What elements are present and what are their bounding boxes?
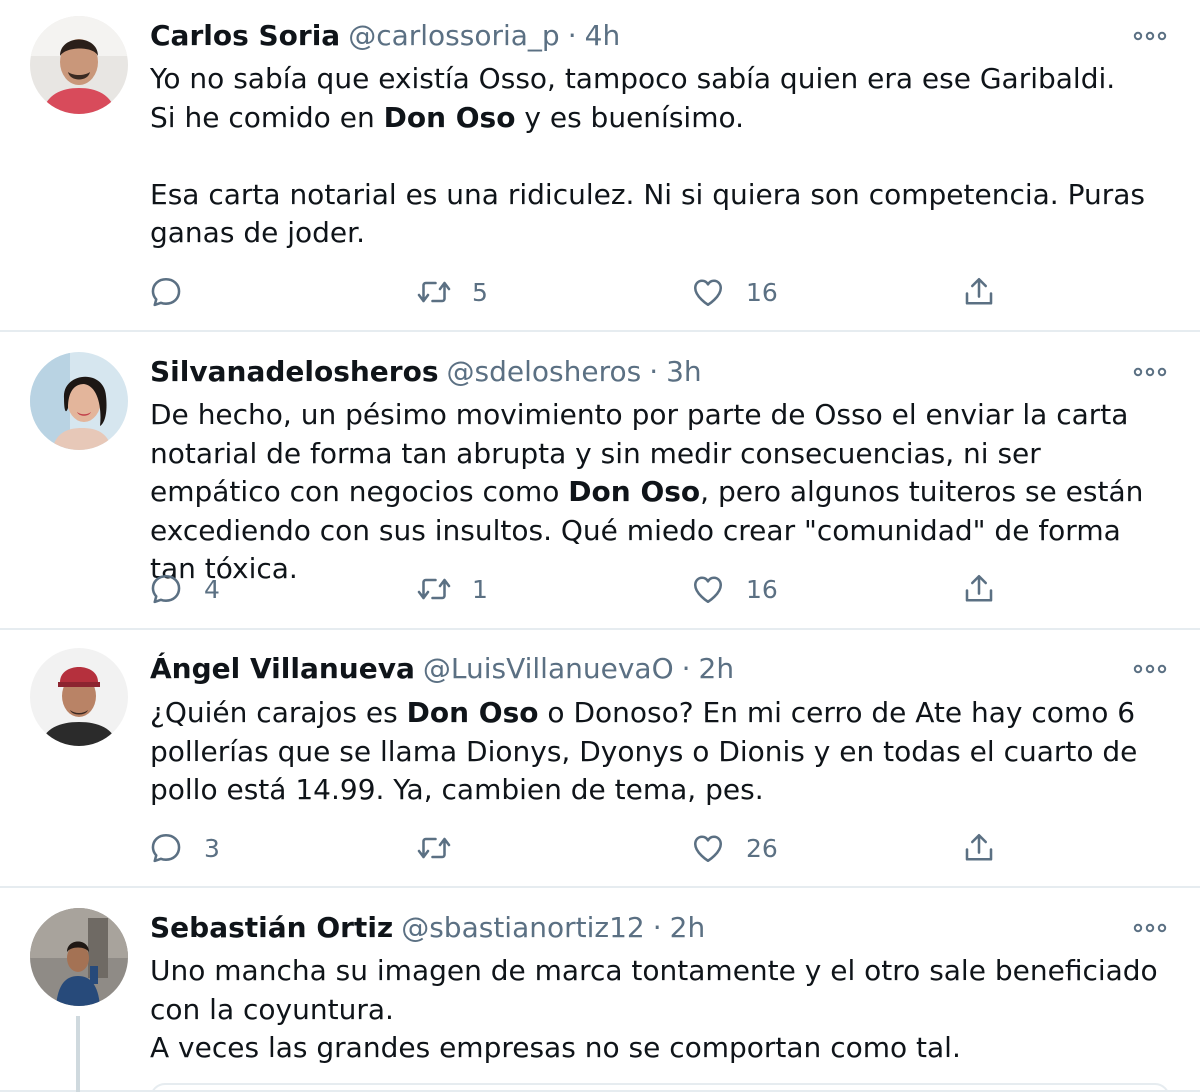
more-options-button[interactable] — [1130, 16, 1170, 56]
author-name[interactable]: Ángel Villanueva — [150, 652, 415, 685]
like-count: 26 — [746, 833, 778, 863]
share-button[interactable] — [961, 569, 997, 609]
share-button[interactable] — [961, 828, 997, 868]
heart-icon — [693, 279, 723, 307]
avatar[interactable] — [30, 648, 128, 746]
retweet-icon — [417, 281, 451, 303]
tweet[interactable]: Carlos Soria @carlossoria_p · 4h Yo no sabí… — [0, 0, 1200, 332]
tweet-feed: Carlos Soria @carlossoria_p · 4h Yo no sabí… — [0, 0, 1200, 1092]
reply-button[interactable]: 3 — [148, 828, 220, 868]
header-separator: · — [567, 19, 577, 52]
like-button[interactable]: 16 — [690, 272, 778, 312]
retweet-button[interactable] — [416, 828, 472, 868]
tweet-actions: 4 1 16 — [148, 569, 1170, 609]
retweet-button[interactable]: 1 — [416, 569, 488, 609]
reply-count: 3 — [204, 833, 220, 863]
mention-highlight: Don Oso — [406, 696, 539, 729]
retweet-icon — [417, 578, 451, 600]
retweet-count: 5 — [472, 277, 488, 307]
header-separator: · — [649, 355, 659, 388]
avatar[interactable] — [30, 352, 128, 450]
retweet-icon — [417, 837, 451, 859]
author-handle[interactable]: @carlossoria_p — [348, 19, 560, 52]
like-count: 16 — [746, 277, 778, 307]
more-options-icon — [1133, 31, 1167, 41]
tweet-header: Silvanadelosheros @sdelosheros · 3h — [150, 352, 1170, 392]
header-separator: · — [652, 911, 662, 944]
tweet-header: Ángel Villanueva @LuisVillanuevaO · 2h — [150, 649, 1170, 689]
reply-button[interactable]: 4 — [148, 569, 220, 609]
share-icon — [965, 833, 993, 861]
reply-icon — [151, 277, 181, 307]
share-icon — [965, 277, 993, 305]
header-separator: · — [681, 652, 691, 685]
tweet[interactable]: Ángel Villanueva @LuisVillanuevaO · 2h ¿Qui… — [0, 630, 1200, 888]
reply-icon — [151, 574, 181, 604]
tweet-header: Sebastián Ortiz @sbastianortiz12 · 2h — [150, 908, 1170, 948]
more-options-icon — [1133, 664, 1167, 674]
share-button[interactable] — [961, 272, 997, 312]
like-button[interactable]: 16 — [690, 569, 778, 609]
mention-highlight: Don Oso — [568, 475, 701, 508]
author-name[interactable]: Silvanadelosheros — [150, 355, 439, 388]
reply-count: 4 — [204, 574, 220, 604]
avatar[interactable] — [30, 16, 128, 114]
more-options-icon — [1133, 923, 1167, 933]
tweet-actions: 3 26 — [148, 828, 1170, 868]
more-options-button[interactable] — [1130, 352, 1170, 392]
author-handle[interactable]: @LuisVillanuevaO — [423, 652, 674, 685]
avatar-image — [30, 908, 128, 1006]
tweet[interactable]: Sebastián Ortiz @sbastianortiz12 · 2h Uno m… — [0, 888, 1200, 1092]
reply-button[interactable] — [148, 272, 204, 312]
reply-icon — [151, 833, 181, 863]
tweet-time[interactable]: 3h — [666, 355, 702, 388]
tweet-text: Uno mancha su imagen de marca tontamente… — [150, 952, 1170, 1068]
author-name[interactable]: Carlos Soria — [150, 19, 340, 52]
more-options-button[interactable] — [1130, 908, 1170, 948]
tweet-time[interactable]: 4h — [585, 19, 621, 52]
author-handle[interactable]: @sdelosheros — [447, 355, 642, 388]
tweet-time[interactable]: 2h — [670, 911, 706, 944]
tweet-text-part: ¿Quién carajos es — [150, 696, 407, 729]
tweet-actions: 5 16 — [148, 272, 1170, 312]
tweet-text: ¿Quién carajos es Don Oso o Donoso? En m… — [150, 694, 1170, 810]
thread-connector — [76, 1016, 80, 1092]
more-options-button[interactable] — [1130, 649, 1170, 689]
retweet-button[interactable]: 5 — [416, 272, 488, 312]
tweet-text: Yo no sabía que existía Osso, tampoco sa… — [150, 60, 1170, 253]
share-icon — [965, 574, 993, 602]
tweet-time[interactable]: 2h — [699, 652, 735, 685]
heart-icon — [693, 576, 723, 604]
more-options-icon — [1133, 367, 1167, 377]
author-handle[interactable]: @sbastianortiz12 — [401, 911, 645, 944]
avatar-image — [30, 648, 128, 746]
retweet-count: 1 — [472, 574, 488, 604]
tweet-text: De hecho, un pésimo movimiento por parte… — [150, 396, 1170, 589]
author-name[interactable]: Sebastián Ortiz — [150, 911, 393, 944]
tweet[interactable]: Silvanadelosheros @sdelosheros · 3h De hech… — [0, 332, 1200, 630]
avatar-image — [30, 352, 128, 450]
quoted-tweet-card[interactable] — [150, 1083, 1170, 1092]
avatar-image — [30, 16, 128, 114]
avatar[interactable] — [30, 908, 128, 1006]
heart-icon — [693, 835, 723, 863]
mention-highlight: Don Oso — [383, 100, 516, 134]
like-button[interactable]: 26 — [690, 828, 778, 868]
like-count: 16 — [746, 574, 778, 604]
tweet-text-part: Uno mancha su imagen de marca tontamente… — [150, 954, 1158, 1064]
tweet-header: Carlos Soria @carlossoria_p · 4h — [150, 16, 1170, 56]
